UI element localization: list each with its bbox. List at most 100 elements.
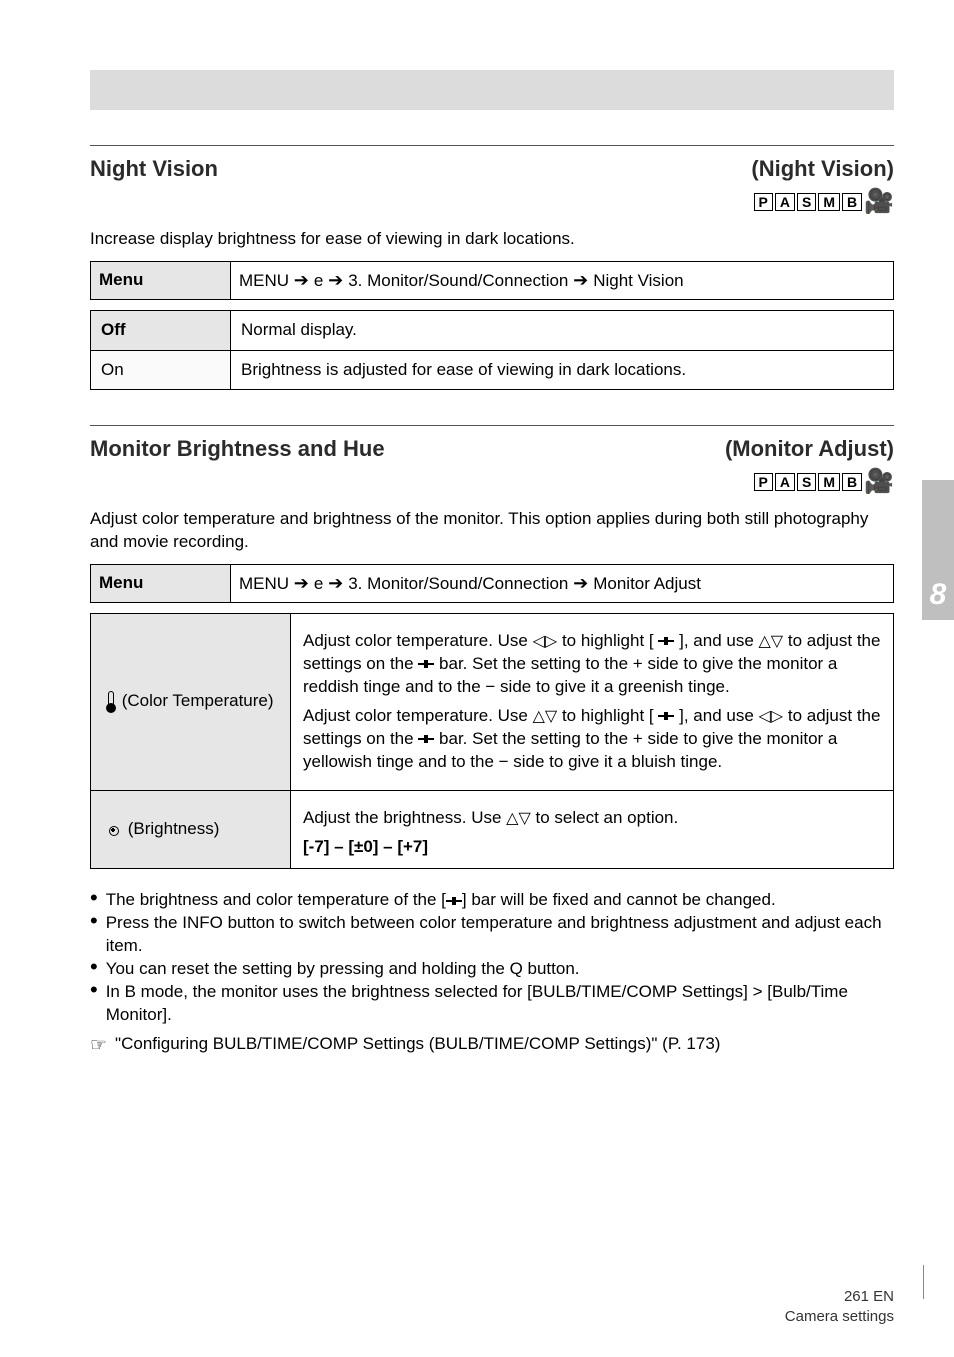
arrow-right-icon: ➔ [573, 270, 593, 290]
option-off-desc: Normal display. [231, 310, 894, 350]
section-title: Monitor Brightness and Hue [90, 434, 385, 464]
options-table-nv: Off Normal display. On Brightness is adj… [90, 310, 894, 391]
arrow-left-right-icon: ◁▷ [759, 708, 784, 725]
brightness-icon [103, 820, 123, 840]
slider-icon [658, 638, 674, 644]
section-rule [90, 425, 894, 426]
slider-icon [658, 713, 674, 719]
section-right-label: (Monitor Adjust) [725, 434, 894, 464]
t: to highlight [ [562, 631, 654, 650]
t: Adjust color temperature. Use [303, 706, 533, 725]
slider-icon [418, 736, 434, 742]
note-3: You can reset the setting by pressing an… [106, 958, 894, 981]
arrow-up-down-icon: △▽ [506, 810, 531, 827]
arrow-right-icon: ➔ [573, 573, 593, 593]
chapter-side-tab: 8 [922, 480, 954, 620]
mode-m: M [818, 193, 840, 211]
section-right: (Monitor Adjust) [725, 434, 894, 464]
movie-icon: 🎥 [864, 470, 894, 494]
slider-icon [446, 898, 462, 904]
mode-m: M [818, 473, 840, 491]
t: Adjust the brightness. Use [303, 808, 506, 827]
menu-step: 3. Monitor/Sound/Connection [348, 271, 568, 290]
section1-description: Increase display brightness for ease of … [90, 228, 894, 251]
option-off: Off [91, 310, 231, 350]
option-brightness: (Brightness) [91, 790, 291, 869]
note-2: Press the INFO button to switch between … [106, 912, 894, 958]
notes-block: • The brightness and color temperature o… [90, 889, 894, 1058]
page-footer: 261 EN Camera settings [785, 1287, 894, 1328]
mode-p: P [754, 473, 773, 491]
note-1: The brightness and color temperature of … [106, 889, 894, 912]
bullet-icon: • [90, 979, 98, 1001]
option-color-temp: (Color Temperature) [91, 613, 291, 790]
mode-b: B [842, 193, 862, 211]
menu-step: MENU [239, 574, 289, 593]
menu-step: e [314, 574, 323, 593]
menu-step: MENU [239, 271, 289, 290]
reference-icon: ☞ [90, 1033, 107, 1059]
menu-path-table: Menu MENU ➔ e ➔ 3. Monitor/Sound/Connect… [90, 261, 894, 300]
arrow-up-down-icon: △▽ [533, 708, 558, 725]
slider-icon [418, 661, 434, 667]
pasm-row: P A S M B 🎥 [90, 468, 894, 494]
menu-step: 3. Monitor/Sound/Connection [348, 574, 568, 593]
menu-label-cell: Menu [91, 565, 231, 603]
mode-s: S [797, 193, 816, 211]
arrow-right-icon: ➔ [294, 270, 314, 290]
menu-step: Monitor Adjust [593, 574, 701, 593]
t: Adjust color temperature. Use [303, 631, 533, 650]
option-brightness-desc: Adjust the brightness. Use △▽ to select … [291, 790, 894, 869]
mode-pasm-icons: P A S M B 🎥 [754, 190, 895, 214]
arrow-up-down-icon: △▽ [759, 633, 784, 650]
section-head-monitor: Monitor Brightness and Hue (Monitor Adju… [90, 434, 894, 464]
menu-path-cell: MENU ➔ e ➔ 3. Monitor/Sound/Connection ➔… [231, 565, 894, 603]
note-4: In B mode, the monitor uses the brightne… [106, 981, 894, 1027]
option-on: On [91, 350, 231, 390]
arrow-right-icon: ➔ [294, 573, 314, 593]
mode-p: P [754, 193, 773, 211]
menu-label-cell: Menu [91, 261, 231, 299]
mode-s: S [797, 473, 816, 491]
t: The brightness and color temperature of … [106, 890, 446, 909]
mode-a: A [775, 193, 795, 211]
arrow-right-icon: ➔ [328, 270, 348, 290]
t: to select an option. [536, 808, 679, 827]
reference-text: "Configuring BULB/TIME/COMP Settings (BU… [115, 1033, 720, 1056]
mode-a: A [775, 473, 795, 491]
brightness-label: (Brightness) [128, 819, 220, 838]
options-table-monitor: (Color Temperature) Adjust color tempera… [90, 613, 894, 870]
thermometer-icon [103, 691, 117, 713]
cross-reference: ☞ "Configuring BULB/TIME/COMP Settings (… [90, 1033, 894, 1059]
section-right-label: (Night Vision) [751, 154, 894, 184]
t: ] bar will be fixed and cannot be change… [462, 890, 776, 909]
mode-b: B [842, 473, 862, 491]
section2-description: Adjust color temperature and brightness … [90, 508, 894, 554]
menu-step: Night Vision [593, 271, 683, 290]
t: to highlight [ [562, 706, 654, 725]
bullet-icon: • [90, 956, 98, 978]
menu-title-band [90, 70, 894, 110]
menu-path-table-2: Menu MENU ➔ e ➔ 3. Monitor/Sound/Connect… [90, 564, 894, 603]
t: ], and use [679, 631, 758, 650]
section-head-night-vision: Night Vision (Night Vision) [90, 154, 894, 184]
mode-pasm-icons: P A S M B 🎥 [754, 470, 895, 494]
option-color-temp-desc: Adjust color temperature. Use ◁▷ to high… [291, 613, 894, 790]
chapter-number: 8 [922, 575, 954, 616]
section-right: (Night Vision) [751, 154, 894, 184]
pasm-row: P A S M B 🎥 [90, 188, 894, 214]
color-temp-label: (Color Temperature) [122, 691, 274, 710]
t: ], and use [679, 706, 758, 725]
section-title: Night Vision [90, 154, 218, 184]
section-rule [90, 145, 894, 146]
menu-step: e [314, 271, 323, 290]
brightness-range: [-7] – [±0] – [+7] [303, 836, 881, 859]
bullet-icon: • [90, 887, 98, 909]
footer-divider [923, 1265, 924, 1299]
bullet-icon: • [90, 910, 98, 932]
arrow-right-icon: ➔ [328, 573, 348, 593]
movie-icon: 🎥 [864, 190, 894, 214]
menu-path-cell: MENU ➔ e ➔ 3. Monitor/Sound/Connection ➔… [231, 261, 894, 299]
arrow-left-right-icon: ◁▷ [533, 633, 558, 650]
option-on-desc: Brightness is adjusted for ease of viewi… [231, 350, 894, 390]
